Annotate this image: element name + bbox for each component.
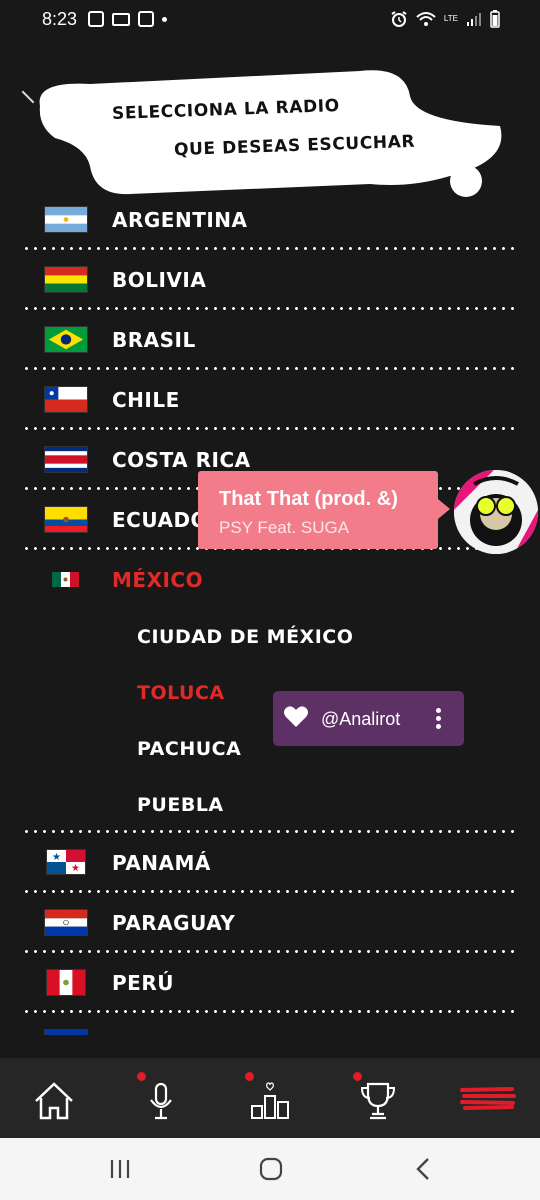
mexico-flag-icon xyxy=(52,572,79,587)
now-playing-title: That That (prod. &) xyxy=(219,488,398,510)
country-label: BRASIL xyxy=(112,328,196,352)
bolivia-flag-icon xyxy=(44,266,88,293)
app-icon xyxy=(138,11,154,27)
signal-icon xyxy=(467,13,481,26)
country-list: ARGENTINA BOLIVIA BRASIL CHILE COSTA RIC… xyxy=(0,190,540,1035)
notification-dot xyxy=(137,1072,146,1081)
notification-dot xyxy=(353,1072,362,1081)
home-system-icon[interactable] xyxy=(258,1156,284,1182)
country-item-argentina[interactable]: ARGENTINA xyxy=(0,190,540,250)
image-icon xyxy=(88,11,104,27)
notification-dot xyxy=(245,1072,254,1081)
dj-chip[interactable]: @Analirot xyxy=(273,691,464,746)
battery-icon xyxy=(490,10,500,28)
ecuador-flag-icon xyxy=(44,506,88,533)
menu-button[interactable] xyxy=(460,1076,516,1126)
status-bar: 8:23 LTE xyxy=(0,0,540,40)
bottom-nav xyxy=(0,1058,540,1138)
system-nav-bar xyxy=(0,1138,540,1200)
peru-flag-icon xyxy=(46,969,86,996)
dj-name: @Analirot xyxy=(321,709,401,729)
network-type: LTE xyxy=(443,14,458,23)
notification-icons xyxy=(88,11,167,27)
system-icons: LTE xyxy=(390,10,500,28)
album-art-avatar[interactable] xyxy=(454,470,538,554)
more-notifications-icon xyxy=(162,16,167,22)
trophy-icon xyxy=(360,1082,396,1120)
recent-apps-icon[interactable] xyxy=(108,1158,132,1180)
country-item-next-partial[interactable] xyxy=(0,1013,540,1035)
trophy-button[interactable] xyxy=(350,1072,406,1126)
paraguay-flag-icon xyxy=(44,909,88,936)
country-label: BOLIVIA xyxy=(112,268,207,292)
status-time: 8:23 xyxy=(42,9,78,29)
country-label: MÉXICO xyxy=(112,568,204,592)
now-playing-artist: PSY Feat. SUGA xyxy=(219,518,350,537)
brazil-flag-icon xyxy=(44,326,88,353)
menu-icon xyxy=(460,1087,516,1110)
country-label: COSTA RICA xyxy=(112,448,251,472)
costa-rica-flag-icon xyxy=(44,446,88,473)
home-icon xyxy=(35,1082,73,1120)
country-item-brasil[interactable]: BRASIL xyxy=(0,310,540,370)
more-options-icon[interactable] xyxy=(436,708,442,732)
country-label: PERÚ xyxy=(112,971,174,995)
country-label: PANAMÁ xyxy=(112,851,211,875)
heart-icon[interactable] xyxy=(283,705,309,729)
ranking-button[interactable] xyxy=(242,1072,298,1126)
chile-flag-icon xyxy=(44,386,88,413)
city-item-toluca[interactable]: TOLUCA xyxy=(137,682,225,704)
microphone-button[interactable] xyxy=(133,1072,189,1126)
argentina-flag-icon xyxy=(44,206,88,233)
country-label: PARAGUAY xyxy=(112,911,236,935)
country-label: CHILE xyxy=(112,388,180,412)
country-item-paraguay[interactable]: PARAGUAY xyxy=(0,893,540,953)
country-label: ARGENTINA xyxy=(112,208,248,232)
alarm-icon xyxy=(391,11,407,27)
ranking-icon xyxy=(251,1082,289,1119)
video-icon xyxy=(112,12,130,26)
microphone-icon xyxy=(150,1082,172,1120)
flag-icon xyxy=(44,1029,88,1035)
panama-flag-icon xyxy=(46,849,86,875)
now-playing-card[interactable]: That That (prod. &) PSY Feat. SUGA xyxy=(198,471,450,549)
wifi-icon xyxy=(416,12,436,26)
home-button[interactable] xyxy=(26,1076,82,1126)
country-item-bolivia[interactable]: BOLIVIA xyxy=(0,250,540,310)
city-item-ciudad-de-mexico[interactable]: CIUDAD DE MÉXICO xyxy=(137,626,353,648)
back-icon[interactable] xyxy=(412,1156,434,1182)
country-item-chile[interactable]: CHILE xyxy=(0,370,540,430)
country-item-peru[interactable]: PERÚ xyxy=(0,953,540,1013)
country-item-panama[interactable]: PANAMÁ xyxy=(0,833,540,893)
city-item-puebla[interactable]: PUEBLA xyxy=(137,794,224,816)
header-speech-bubble xyxy=(39,70,502,197)
city-item-pachuca[interactable]: PACHUCA xyxy=(137,738,241,760)
